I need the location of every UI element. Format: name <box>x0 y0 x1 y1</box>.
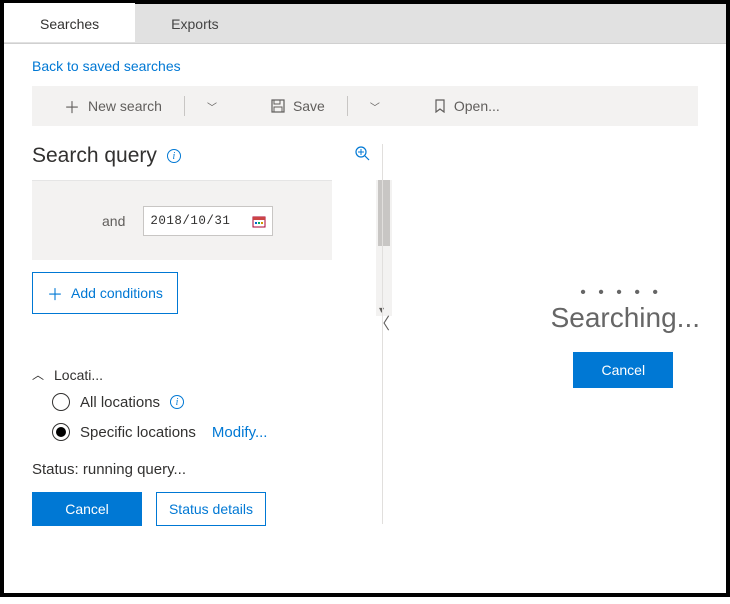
panes: Search query i and 2018/10/31 <box>32 144 698 604</box>
new-search-dropdown[interactable]: ﹀ <box>207 99 217 114</box>
plus-icon: ＋ <box>47 281 63 305</box>
locations-section-toggle[interactable]: ︿ Locati... <box>32 366 372 383</box>
toolbar: ＋ New search ﹀ Save ﹀ Open... <box>32 86 698 126</box>
new-search-label: New search <box>88 98 162 114</box>
radio-specific-locations[interactable]: Specific locations Modify... <box>52 423 372 441</box>
status-buttons: Cancel Status details <box>32 492 372 526</box>
chevron-up-icon: ︿ <box>32 366 44 383</box>
add-conditions-button[interactable]: ＋ Add conditions <box>32 272 178 314</box>
open-label: Open... <box>454 98 500 114</box>
content-area: Back to saved searches ＋ New search ﹀ Sa… <box>4 44 726 604</box>
calendar-icon[interactable] <box>252 214 266 228</box>
toolbar-separator <box>184 96 185 116</box>
collapse-left-icon[interactable]: 〈 <box>374 310 390 334</box>
info-icon[interactable]: i <box>170 395 184 409</box>
specific-locations-label: Specific locations <box>80 424 196 441</box>
section-title-row: Search query i <box>32 144 181 168</box>
cancel-query-button[interactable]: Cancel <box>32 492 142 526</box>
plus-icon: ＋ <box>64 94 80 118</box>
language-filter-icon[interactable] <box>354 145 372 168</box>
search-query-title: Search query <box>32 144 157 168</box>
locations-options: All locations i Specific locations Modif… <box>32 393 372 441</box>
radio-unchecked-icon <box>52 393 70 411</box>
tab-exports[interactable]: Exports <box>135 4 254 43</box>
chevron-down-icon: ﹀ <box>207 99 217 114</box>
info-icon[interactable]: i <box>167 149 181 163</box>
save-icon <box>271 99 285 113</box>
date-input[interactable]: 2018/10/31 <box>143 206 273 236</box>
search-query-header: Search query i <box>32 144 372 168</box>
modify-locations-link[interactable]: Modify... <box>212 424 268 441</box>
status-line: Status: running query... <box>32 461 372 478</box>
save-dropdown[interactable]: ﹀ <box>370 99 380 114</box>
tab-searches[interactable]: Searches <box>4 3 135 42</box>
save-button[interactable]: Save <box>271 98 325 114</box>
status-details-button[interactable]: Status details <box>156 492 266 526</box>
chevron-down-icon: ﹀ <box>370 99 380 114</box>
pane-divider: 〈 <box>382 144 383 524</box>
locations-heading: Locati... <box>54 367 103 383</box>
radio-all-locations[interactable]: All locations i <box>52 393 372 411</box>
searching-block: • • • • • Searching... Cancel <box>551 284 700 388</box>
date-value: 2018/10/31 <box>150 214 230 228</box>
right-pane: • • • • • Searching... Cancel <box>389 144 698 604</box>
and-operator-label: and <box>102 213 125 229</box>
cancel-search-button[interactable]: Cancel <box>573 352 673 388</box>
status-value: running query... <box>83 461 186 478</box>
searching-text: Searching... <box>551 302 700 334</box>
status-label: Status: <box>32 461 79 478</box>
left-pane: Search query i and 2018/10/31 <box>32 144 372 604</box>
new-search-button[interactable]: ＋ New search <box>64 94 162 118</box>
tab-strip: Searches Exports <box>4 4 726 44</box>
condition-area: and 2018/10/31 <box>32 180 332 260</box>
all-locations-label: All locations <box>80 394 160 411</box>
bookmark-icon <box>434 99 446 113</box>
radio-checked-icon <box>52 423 70 441</box>
loading-dots-icon: • • • • • <box>551 284 700 302</box>
save-label: Save <box>293 98 325 114</box>
add-conditions-label: Add conditions <box>71 285 163 301</box>
condition-wrap: and 2018/10/31 ▾ <box>32 180 372 260</box>
open-button[interactable]: Open... <box>434 98 500 114</box>
toolbar-separator <box>347 96 348 116</box>
back-to-saved-searches-link[interactable]: Back to saved searches <box>32 58 181 74</box>
